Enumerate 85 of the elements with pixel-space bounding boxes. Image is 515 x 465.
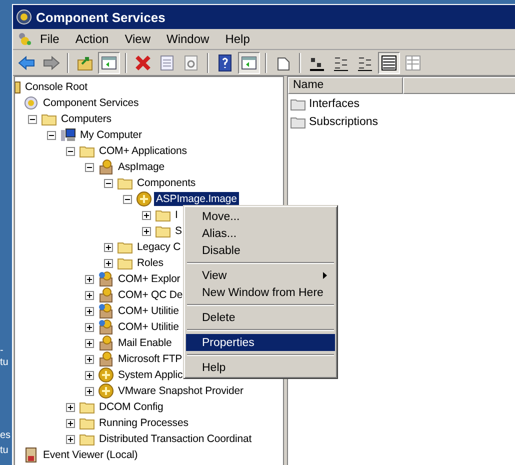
desktop-label: tu bbox=[0, 445, 8, 456]
tree-item[interactable]: Roles bbox=[135, 256, 166, 270]
detail-view-icon[interactable] bbox=[378, 52, 400, 74]
package-icon bbox=[98, 319, 114, 335]
menu-item[interactable]: Delete bbox=[186, 309, 335, 326]
expand-icon[interactable] bbox=[66, 418, 75, 428]
menu-item[interactable]: View bbox=[186, 267, 335, 284]
collapse-icon[interactable] bbox=[85, 162, 94, 172]
package-icon bbox=[98, 351, 114, 367]
menu-item[interactable]: Help bbox=[217, 30, 258, 48]
tree-item[interactable]: Event Viewer (Local) bbox=[41, 448, 140, 462]
menu-item[interactable]: View bbox=[116, 30, 158, 48]
expand-icon[interactable] bbox=[85, 274, 94, 284]
menu-item[interactable]: Help bbox=[186, 359, 335, 376]
tree-item[interactable]: Distributed Transaction Coordinat bbox=[97, 432, 254, 446]
menu-item[interactable]: Properties bbox=[186, 334, 335, 351]
menu-item[interactable]: Window bbox=[158, 30, 218, 48]
event-log-icon bbox=[23, 447, 39, 463]
tree-item[interactable]: COM+ QC De bbox=[116, 288, 185, 302]
tree-item[interactable]: Legacy C bbox=[135, 240, 183, 254]
expand-icon[interactable] bbox=[85, 386, 94, 396]
menu-item[interactable]: Alias... bbox=[186, 225, 335, 242]
window-title: Component Services bbox=[36, 10, 166, 24]
tree-item[interactable]: COM+ Applications bbox=[97, 144, 189, 158]
menu-item[interactable]: File bbox=[32, 30, 68, 48]
column-header[interactable]: Name bbox=[288, 77, 403, 94]
desktop-label: tu bbox=[0, 357, 8, 368]
tree-item[interactable]: Component Services bbox=[41, 96, 141, 110]
expand-icon[interactable] bbox=[66, 434, 75, 444]
expand-icon[interactable] bbox=[104, 258, 113, 268]
submenu-arrow-icon bbox=[323, 272, 327, 279]
tree-item[interactable]: My Computer bbox=[78, 128, 144, 142]
package-icon bbox=[98, 287, 114, 303]
package-icon bbox=[98, 335, 114, 351]
tree-item[interactable]: DCOM Config bbox=[97, 400, 166, 414]
menu-item[interactable]: Disable bbox=[186, 242, 335, 259]
expand-icon[interactable] bbox=[66, 402, 75, 412]
tree-item[interactable]: ASPImage.Image bbox=[154, 192, 239, 206]
expand-icon[interactable] bbox=[85, 306, 94, 316]
tree-item[interactable]: I bbox=[173, 208, 180, 222]
tree-item[interactable]: COM+ Utilitie bbox=[116, 304, 181, 318]
expand-icon[interactable] bbox=[85, 322, 94, 332]
expand-icon[interactable] bbox=[85, 370, 94, 380]
desktop-label: - bbox=[0, 345, 4, 356]
list-item[interactable]: Interfaces bbox=[309, 98, 360, 110]
tree-pane-icon[interactable] bbox=[98, 52, 120, 74]
tree-item[interactable]: System Applic bbox=[116, 368, 185, 382]
collapse-icon[interactable] bbox=[104, 178, 113, 188]
expand-icon[interactable] bbox=[104, 242, 113, 252]
tree-item[interactable]: Mail Enable bbox=[116, 336, 174, 350]
column-header[interactable] bbox=[403, 77, 515, 94]
expand-icon[interactable] bbox=[142, 210, 151, 220]
menu-item[interactable]: Move... bbox=[186, 208, 335, 225]
collapse-icon[interactable] bbox=[47, 130, 56, 140]
tree-item[interactable]: Computers bbox=[59, 112, 114, 126]
menu-item[interactable]: Action bbox=[67, 30, 117, 48]
component-icon bbox=[136, 191, 152, 207]
tree-item[interactable]: Console Root bbox=[23, 80, 90, 94]
tree-item[interactable]: COM+ Utilitie bbox=[116, 320, 181, 334]
component-icon bbox=[98, 383, 114, 399]
collapse-icon[interactable] bbox=[123, 194, 132, 204]
expand-icon[interactable] bbox=[85, 354, 94, 364]
package-icon bbox=[98, 271, 114, 287]
tree-item[interactable]: S bbox=[173, 224, 184, 238]
expand-icon[interactable] bbox=[142, 226, 151, 236]
expand-icon[interactable] bbox=[85, 290, 94, 300]
app-icon bbox=[16, 9, 32, 25]
package-icon bbox=[98, 159, 114, 175]
package-icon bbox=[98, 303, 114, 319]
component-icon bbox=[98, 367, 114, 383]
tree-item[interactable]: Components bbox=[135, 176, 198, 190]
computer-icon bbox=[60, 127, 76, 143]
console-icon bbox=[15, 79, 21, 95]
desktop-label: es bbox=[0, 430, 11, 441]
collapse-icon[interactable] bbox=[28, 114, 37, 124]
tree-item[interactable]: Microsoft FTP bbox=[116, 352, 184, 366]
tree-item[interactable]: AspImage bbox=[116, 160, 166, 174]
menu-item[interactable]: New Window from Here bbox=[186, 284, 335, 301]
tree-item[interactable]: Running Processes bbox=[97, 416, 190, 430]
collapse-icon[interactable] bbox=[66, 146, 75, 156]
tree-item[interactable]: COM+ Explor bbox=[116, 272, 182, 286]
list-item[interactable]: Subscriptions bbox=[309, 116, 378, 128]
expand-icon[interactable] bbox=[85, 338, 94, 348]
tree-item[interactable]: VMware Snapshot Provider bbox=[116, 384, 246, 398]
pane-icon[interactable] bbox=[238, 52, 260, 74]
